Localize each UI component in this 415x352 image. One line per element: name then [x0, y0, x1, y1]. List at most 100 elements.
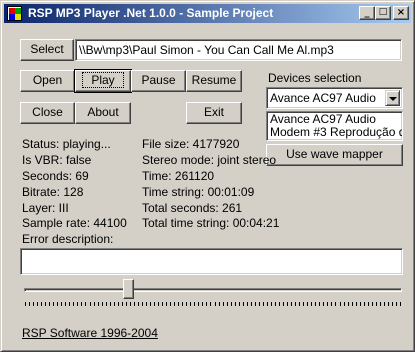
tick-mark — [380, 302, 381, 306]
bitrate-text: Bitrate: 128 — [22, 185, 84, 199]
pause-label: Pause — [141, 73, 176, 87]
tick-mark — [267, 302, 268, 306]
tick-mark — [182, 302, 183, 306]
tick-mark — [331, 302, 332, 306]
play-button[interactable]: Play — [74, 69, 132, 93]
resume-button[interactable]: Resume — [186, 70, 242, 92]
device-list-item[interactable]: Modem #3 Reprodução de — [270, 126, 402, 139]
tick-mark — [186, 302, 187, 306]
resume-label: Resume — [191, 73, 237, 87]
tick-mark — [352, 302, 353, 306]
about-label: About — [87, 105, 119, 119]
tick-mark — [98, 302, 99, 306]
maximize-button[interactable]: □ — [375, 6, 391, 20]
tick-mark — [33, 302, 34, 306]
tick-mark — [190, 302, 191, 306]
tick-mark — [110, 302, 111, 306]
sample-rate-text: Sample rate: 44100 — [22, 216, 127, 230]
tick-mark — [327, 302, 328, 306]
tick-mark — [303, 302, 304, 306]
tick-mark — [53, 302, 54, 306]
tick-mark — [162, 302, 163, 306]
pause-button[interactable]: Pause — [131, 70, 186, 92]
play-label: Play — [82, 72, 124, 88]
tick-mark — [142, 302, 143, 306]
tick-mark — [323, 302, 324, 306]
tick-mark — [291, 302, 292, 306]
tick-mark — [283, 302, 284, 306]
tick-mark — [94, 302, 95, 306]
tick-mark — [146, 302, 147, 306]
tick-mark — [215, 302, 216, 306]
tick-mark — [41, 302, 42, 306]
device-combobox[interactable]: Avance AC97 Audio — [266, 87, 403, 109]
title-bar[interactable]: RSP MP3 Player .Net 1.0.0 - Sample Proje… — [4, 4, 411, 23]
tick-mark — [227, 302, 228, 306]
tick-mark — [202, 302, 203, 306]
seconds-text: Seconds: 69 — [22, 169, 89, 183]
rsp-software-link[interactable]: RSP Software 1996-2004 — [22, 326, 158, 340]
open-button[interactable]: Open — [20, 70, 75, 92]
tick-mark — [348, 302, 349, 306]
tick-mark — [45, 302, 46, 306]
about-button[interactable]: About — [75, 102, 131, 124]
stereo-mode-text: Stereo mode: joint stereo — [142, 153, 277, 167]
tick-mark — [287, 302, 288, 306]
use-wave-mapper-button[interactable]: Use wave mapper — [266, 144, 403, 166]
tick-mark — [29, 302, 30, 306]
exit-button[interactable]: Exit — [186, 102, 242, 124]
tick-mark — [85, 302, 86, 306]
close-button[interactable]: Close — [20, 102, 75, 124]
error-description-field[interactable] — [20, 248, 403, 275]
time-string-text: Time string: 00:01:09 — [142, 185, 255, 199]
tick-mark — [311, 302, 312, 306]
file-path-field[interactable]: \\Bw\mp3\Paul Simon - You Can Call Me Al… — [75, 39, 402, 61]
tick-mark — [392, 302, 393, 306]
tick-mark — [223, 302, 224, 306]
tick-mark — [315, 302, 316, 306]
seek-slider-track[interactable] — [24, 288, 402, 292]
tick-mark — [263, 302, 264, 306]
tick-mark — [364, 302, 365, 306]
tick-mark — [106, 302, 107, 306]
tick-mark — [134, 302, 135, 306]
use-wave-mapper-label: Use wave mapper — [286, 147, 383, 161]
seek-slider-thumb[interactable] — [123, 279, 135, 299]
tick-mark — [239, 302, 240, 306]
total-seconds-text: Total seconds: 261 — [142, 201, 243, 215]
time-text: Time: 261120 — [142, 169, 215, 183]
tick-mark — [319, 302, 320, 306]
minimize-button[interactable]: _ — [359, 6, 375, 20]
tick-mark — [118, 302, 119, 306]
tick-mark — [90, 302, 91, 306]
tick-mark — [384, 302, 385, 306]
chevron-down-icon[interactable] — [385, 90, 400, 106]
window-title: RSP MP3 Player .Net 1.0.0 - Sample Proje… — [28, 6, 274, 20]
tick-mark — [61, 302, 62, 306]
select-file-button[interactable]: Select — [20, 39, 74, 61]
tick-mark — [372, 302, 373, 306]
tick-mark — [344, 302, 345, 306]
seek-slider-ticks — [25, 302, 401, 306]
tick-mark — [259, 302, 260, 306]
device-listbox[interactable]: Avance AC97 Audio Modem #3 Reprodução de — [266, 111, 403, 141]
status-text: Status: playing... — [22, 137, 111, 151]
select-file-label: Select — [30, 42, 64, 56]
tick-mark — [130, 302, 131, 306]
tick-mark — [114, 302, 115, 306]
total-time-string-text: Total time string: 00:04:21 — [142, 216, 280, 230]
tick-mark — [360, 302, 361, 306]
tick-mark — [307, 302, 308, 306]
tick-mark — [400, 302, 401, 306]
close-label: Close — [32, 105, 63, 119]
tick-mark — [340, 302, 341, 306]
tick-mark — [206, 302, 207, 306]
tick-mark — [166, 302, 167, 306]
tick-mark — [77, 302, 78, 306]
tick-mark — [150, 302, 151, 306]
tick-mark — [178, 302, 179, 306]
app-icon — [7, 6, 22, 21]
tick-mark — [122, 302, 123, 306]
tick-mark — [73, 302, 74, 306]
close-window-button[interactable]: × — [393, 6, 409, 20]
